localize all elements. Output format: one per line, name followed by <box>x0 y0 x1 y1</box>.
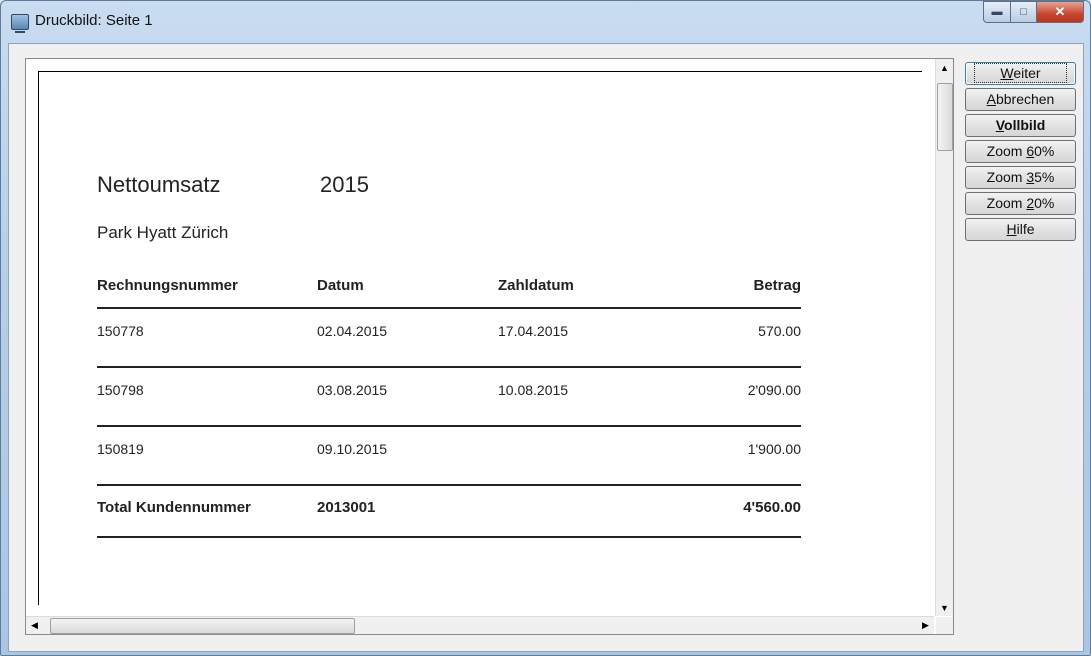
dialog-client-area: Nettoumsatz 2015 Park Hyatt Zürich Rechn… <box>8 43 1084 652</box>
minimize-icon: ▬ <box>991 6 1003 18</box>
preview-viewport[interactable]: Nettoumsatz 2015 Park Hyatt Zürich Rechn… <box>25 58 954 635</box>
weiter-button[interactable]: Weiter <box>965 62 1076 85</box>
arrow-down-icon: ▼ <box>940 602 949 613</box>
cell-zahldatum: 10.08.2015 <box>498 382 569 398</box>
hilfe-hotkey: H <box>1006 221 1017 237</box>
table-row: 150819 09.10.2015 1'900.00 <box>97 441 801 461</box>
divider <box>97 307 801 309</box>
zoom-20-label-prefix: Zoom <box>986 195 1027 211</box>
minimize-button[interactable]: ▬ <box>983 1 1011 23</box>
zoom-20-label-rest: 0% <box>1034 195 1055 211</box>
vertical-scrollbar[interactable]: ▲ ▼ <box>935 59 953 616</box>
print-preview-icon <box>11 14 29 33</box>
cell-betrag: 2'090.00 <box>747 382 801 398</box>
cell-betrag: 570.00 <box>758 323 801 339</box>
vollbild-button[interactable]: Vollbild <box>965 114 1076 137</box>
column-header-betrag: Betrag <box>753 277 801 294</box>
total-row: Total Kundennummer 2013001 4'560.00 <box>97 499 801 519</box>
report-title: Nettoumsatz <box>97 172 221 197</box>
table-row: 150778 02.04.2015 17.04.2015 570.00 <box>97 323 801 343</box>
button-panel: Weiter Abbrechen Vollbild Zoom 60% Zoom … <box>965 62 1076 244</box>
divider <box>97 425 801 427</box>
hilfe-label-rest: ilfe <box>1016 221 1035 237</box>
maximize-button[interactable]: □ <box>1011 1 1037 23</box>
total-label: Total Kundennummer <box>97 499 251 516</box>
total-customer-number: 2013001 <box>317 499 376 516</box>
abbrechen-label-rest: bbrechen <box>995 91 1055 107</box>
cell-rechnungsnummer: 150819 <box>97 441 144 457</box>
cell-betrag: 1'900.00 <box>747 441 801 457</box>
weiter-hotkey: W <box>1000 65 1014 81</box>
close-button[interactable]: ✕ <box>1037 1 1084 23</box>
table-row: 150798 03.08.2015 10.08.2015 2'090.00 <box>97 382 801 402</box>
zoom-35-hotkey: 3 <box>1026 169 1035 185</box>
zoom-60-button[interactable]: Zoom 60% <box>965 140 1076 163</box>
column-header-datum: Datum <box>317 277 364 294</box>
maximize-icon: □ <box>1020 6 1027 18</box>
cell-rechnungsnummer: 150778 <box>97 323 144 339</box>
scrollbar-corner <box>936 617 953 634</box>
scroll-up-button[interactable]: ▲ <box>936 59 953 76</box>
zoom-20-hotkey: 2 <box>1026 195 1035 211</box>
zoom-35-label-prefix: Zoom <box>986 169 1027 185</box>
report-year: 2015 <box>320 172 369 197</box>
horizontal-scroll-thumb[interactable] <box>50 618 355 634</box>
column-header-rechnungsnummer: Rechnungsnummer <box>97 277 238 294</box>
divider <box>97 536 801 538</box>
print-preview-window: Druckbild: Seite 1 ▬ □ ✕ Nettoumsatz 201… <box>0 0 1091 656</box>
horizontal-scrollbar[interactable]: ◀ ▶ <box>26 616 934 634</box>
close-icon: ✕ <box>1054 4 1066 19</box>
divider <box>97 484 801 486</box>
title-bar[interactable]: Druckbild: Seite 1 ▬ □ ✕ <box>1 1 1090 43</box>
vollbild-label-rest: ollbild <box>1004 117 1046 133</box>
cell-datum: 02.04.2015 <box>317 323 388 339</box>
cell-zahldatum: 17.04.2015 <box>498 323 569 339</box>
scroll-right-button[interactable]: ▶ <box>917 617 934 634</box>
arrow-left-icon: ◀ <box>31 620 38 630</box>
abbrechen-hotkey: A <box>986 91 996 107</box>
window-title: Druckbild: Seite 1 <box>35 12 153 29</box>
scroll-down-button[interactable]: ▼ <box>936 599 953 616</box>
scroll-left-button[interactable]: ◀ <box>26 617 43 634</box>
vollbild-hotkey: V <box>995 117 1005 133</box>
weiter-label-rest: eiter <box>1013 65 1041 81</box>
abbrechen-button[interactable]: Abbrechen <box>965 88 1076 111</box>
arrow-right-icon: ▶ <box>922 620 929 630</box>
window-controls: ▬ □ ✕ <box>983 1 1084 23</box>
zoom-35-label-rest: 5% <box>1034 169 1055 185</box>
arrow-up-icon: ▲ <box>940 62 949 73</box>
preview-page: Nettoumsatz 2015 Park Hyatt Zürich Rechn… <box>38 71 922 605</box>
weiter-label: Weiter <box>974 63 1067 83</box>
report-subtitle: Park Hyatt Zürich <box>97 223 229 242</box>
cell-rechnungsnummer: 150798 <box>97 382 144 398</box>
cell-datum: 03.08.2015 <box>317 382 388 398</box>
table-header: Rechnungsnummer Datum Zahldatum Betrag <box>97 277 801 297</box>
hilfe-button[interactable]: Hilfe <box>965 218 1076 241</box>
zoom-35-button[interactable]: Zoom 35% <box>965 166 1076 189</box>
zoom-20-button[interactable]: Zoom 20% <box>965 192 1076 215</box>
divider <box>97 366 801 368</box>
zoom-60-label-rest: 0% <box>1034 143 1055 159</box>
total-amount: 4'560.00 <box>743 499 801 516</box>
zoom-60-hotkey: 6 <box>1026 143 1035 159</box>
vertical-scroll-thumb[interactable] <box>937 83 953 151</box>
zoom-60-label-prefix: Zoom <box>986 143 1027 159</box>
cell-datum: 09.10.2015 <box>317 441 388 457</box>
column-header-zahldatum: Zahldatum <box>498 277 574 294</box>
